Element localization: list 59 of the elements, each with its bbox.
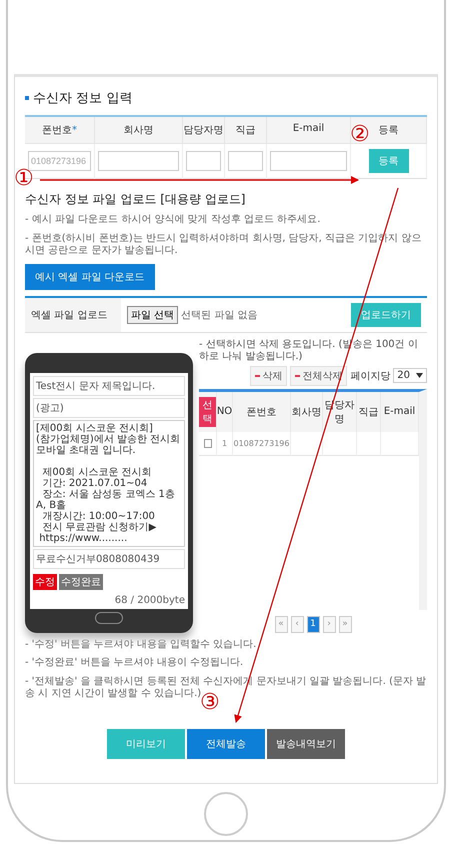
step-number: ① — [14, 168, 34, 190]
table-cell — [291, 432, 323, 456]
ad-label: (광고) — [33, 398, 185, 418]
subject-field[interactable]: Test전시 문자 제목입니다. — [33, 376, 185, 396]
section-title: 수신자 정보 파일 업로드 [대용량 업로드] — [25, 191, 246, 208]
upload-label: 엑셀 파일 업로드 — [25, 298, 121, 332]
page-button[interactable]: 1 — [306, 616, 320, 632]
file-button[interactable]: 파일 선택 — [127, 306, 178, 324]
section-title: 수신자 정보 입력 — [33, 90, 132, 107]
edit-button[interactable]: 수정 — [33, 574, 57, 590]
phone-field[interactable]: 01087273196 — [28, 151, 91, 171]
help-text: - '수정완료' 버튼을 누르셔야 내용이 수정됩니다. — [25, 657, 244, 670]
required-mark: * — [72, 125, 77, 136]
page-button[interactable]: › — [322, 616, 336, 632]
table-cell — [381, 432, 419, 456]
bullet-icon — [25, 96, 29, 100]
home-button-icon — [95, 612, 123, 624]
opt-out-text: 무료수신거부0808080439 — [33, 548, 185, 568]
page-button[interactable]: « — [274, 616, 288, 632]
column-header: 담당자명 — [183, 117, 225, 144]
table-cell — [357, 432, 381, 456]
home-button-icon — [204, 792, 248, 836]
per-page-select[interactable]: 20 — [393, 368, 427, 383]
column-header: 직급 — [225, 117, 267, 144]
download-button[interactable]: 예시 엑셀 파일 다운로드 — [25, 264, 155, 290]
column-header: E-mail — [267, 117, 351, 144]
company-field[interactable] — [98, 151, 179, 171]
select-all-button[interactable]: 선택 — [199, 396, 216, 426]
upload-button[interactable]: 업로드하기 — [351, 302, 421, 326]
position-field[interactable] — [228, 151, 263, 171]
email-field[interactable] — [270, 151, 347, 171]
table-cell: 01087273196 — [233, 432, 291, 456]
column-header: NO — [217, 392, 233, 432]
table-cell — [323, 432, 357, 456]
page-button[interactable]: » — [338, 616, 352, 632]
column-header: 회사명 — [291, 392, 323, 432]
per-page-label: 페이지당 — [350, 370, 390, 382]
help-text: - 예시 파일 다운로드 하시어 양식에 맞게 작성후 업로드 하주세요. — [25, 214, 322, 226]
send-button[interactable]: 전체발송 — [187, 728, 265, 758]
preview-button[interactable]: 미리보기 — [107, 728, 185, 758]
message-field[interactable]: [제00회 시스코운 전시회] (참가업체명)에서 발송한 전시회 모바일 초대권 입니다. 제00회 시스코운 전시회 기간: 2021.07.01~04 장소: 서울 삼성동 코엑스 1층 A, B홀 개장시간: 10:00~17:00 전시 무료관람 신청하기▶ https://www......... — [33, 420, 185, 546]
help-text: - '수정' 버튼을 누르셔야 내용을 입력할수 있습니다. — [25, 638, 258, 651]
history-button[interactable]: 발송내역보기 — [267, 728, 345, 758]
step-number: ② — [350, 124, 370, 146]
caret-icon — [416, 373, 423, 378]
page-button[interactable]: ‹ — [290, 616, 304, 632]
manager-field[interactable] — [186, 151, 221, 171]
column-header: E-mail — [381, 392, 419, 432]
register-button[interactable]: 등록 — [368, 149, 408, 173]
delete-button[interactable]: 삭제 — [250, 366, 288, 386]
done-button[interactable]: 수정완료 — [59, 574, 103, 590]
row-checkbox[interactable] — [204, 438, 212, 448]
column-header: 폰번호 — [233, 392, 291, 432]
column-header: 직급 — [357, 392, 381, 432]
column-header: 폰번호 — [42, 125, 72, 136]
file-status: 선택된 파일 없음 — [181, 308, 259, 322]
byte-count: 68 / 2000byte — [114, 594, 185, 606]
table-cell: 1 — [217, 432, 233, 456]
column-header: 회사명 — [95, 117, 183, 144]
